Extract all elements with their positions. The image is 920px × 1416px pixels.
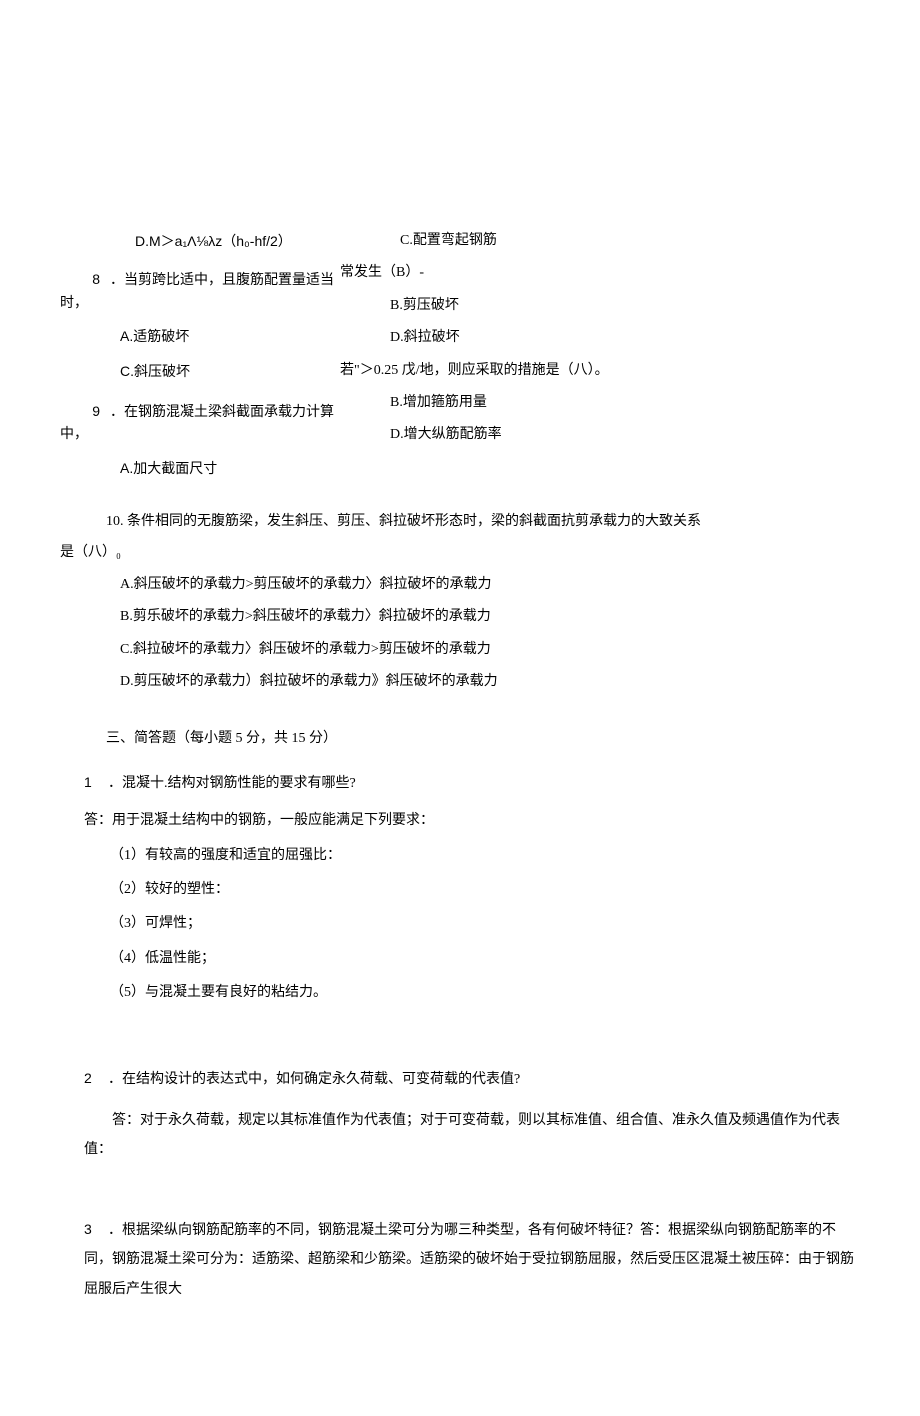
q8-option-a: A.适筋破坏 [120, 325, 340, 349]
question-10: 10. 条件相同的无腹筋梁，发生斜压、剪压、斜拉破坏形态时，梁的斜截面抗剪承载力… [60, 511, 860, 564]
q10-option-c: C.斜拉破坏的承载力〉斜压破坏的承载力>剪压破坏的承载力 [120, 639, 860, 661]
q9-text: ．在钢筋混凝土梁斜截面承载力计算中， [60, 405, 334, 442]
q10-option-a: A.斜压破坏的承载力>剪压破坏的承载力〉斜拉破坏的承载力 [120, 574, 860, 596]
q10-option-b: B.剪乐破坏的承载力>斜压破坏的承载力〉斜拉破坏的承载力 [120, 606, 860, 628]
right-line2: 若"＞0.25 戊/地，则应采取的措施是（八）。 [340, 360, 860, 382]
option-d-formula: D.M＞a₁Λ⅛λz（h₀-hf/2） [135, 230, 340, 252]
right-opt-c1: C.配置弯起钢筋 [400, 230, 860, 252]
s3-q2-answer: 答：对于永久荷载，规定以其标准值作为代表值；对于可变荷载，则以其标准值、组合值、… [84, 1106, 860, 1165]
right-opt-b1: B.剪压破坏 [390, 295, 860, 317]
right-opt-d1: D.斜拉破坏 [390, 327, 860, 349]
s3-q1: 1 ．混凝十.结构对钢筋性能的要求有哪些? [84, 771, 860, 795]
questions-top-block: D.M＞a₁Λ⅛λz（h₀-hf/2） 8．当剪跨比适中，且腹筋配置量适当时， … [60, 230, 860, 491]
q10-option-d: D.剪压破坏的承载力）斜拉破坏的承载力》斜压破坏的承载力 [120, 671, 860, 693]
s3-q1-num: 1 [84, 771, 98, 793]
section-3-title: 三、简答题（每小题 5 分，共 15 分） [106, 728, 860, 750]
s3-q1-text: ．混凝十.结构对钢筋性能的要求有哪些? [108, 776, 356, 791]
s3-q3-text: ．根据梁纵向钢筋配筋率的不同，钢筋混凝土梁可分为哪三种类型，各有何破坏特征？答：… [84, 1223, 854, 1297]
s3-q3-num: 3 [84, 1215, 98, 1244]
top-right-column: C.配置弯起钢筋 常发生（B）- B.剪压破坏 D.斜拉破坏 若"＞0.25 戊… [340, 230, 860, 447]
q10-text: 10. 条件相同的无腹筋梁，发生斜压、剪压、斜拉破坏形态时，梁的斜截面抗剪承载力… [106, 511, 860, 533]
s3-q3: 3．根据梁纵向钢筋配筋率的不同，钢筋混凝土梁可分为哪三种类型，各有何破坏特征？答… [84, 1215, 860, 1304]
q9-number: 9 [60, 400, 100, 422]
s3-q2: 2 ．在结构设计的表达式中，如何确定永久荷载、可变荷载的代表值? [84, 1067, 860, 1091]
question-9: 9．在钢筋混凝土梁斜截面承载力计算中， [60, 400, 340, 447]
s3-q1-item1: （1）有较高的强度和适宜的屈强比： [110, 845, 860, 867]
s3-q2-text: ．在结构设计的表达式中，如何确定永久荷载、可变荷载的代表值? [108, 1072, 520, 1087]
question-8: 8．当剪跨比适中，且腹筋配置量适当时， [60, 268, 340, 315]
q8-number: 8 [60, 268, 100, 290]
right-opt-d2: D.增大纵筋配筋率 [390, 424, 860, 446]
s3-q2-num: 2 [84, 1067, 98, 1089]
q9-option-a: A.加大截面尺寸 [120, 457, 340, 481]
right-opt-b2: B.增加箍筋用量 [390, 392, 860, 414]
q8-option-c: C.斜压破坏 [120, 360, 340, 384]
s3-q1-item3: （3）可焊性； [110, 913, 860, 935]
right-line1: 常发生（B）- [340, 262, 860, 284]
q8-text: ．当剪跨比适中，且腹筋配置量适当时， [60, 273, 334, 310]
top-left-column: D.M＞a₁Λ⅛λz（h₀-hf/2） 8．当剪跨比适中，且腹筋配置量适当时， … [60, 230, 340, 491]
s3-q1-item2: （2）较好的塑性： [110, 879, 860, 901]
s3-q1-item5: （5）与混凝土要有良好的粘结力。 [110, 982, 860, 1004]
q10-continuation: 是（八）₀ [60, 542, 860, 564]
s3-q1-item4: （4）低温性能； [110, 948, 860, 970]
s3-q1-answer: 答：用于混凝土结构中的钢筋，一般应能满足下列要求： [84, 810, 860, 832]
